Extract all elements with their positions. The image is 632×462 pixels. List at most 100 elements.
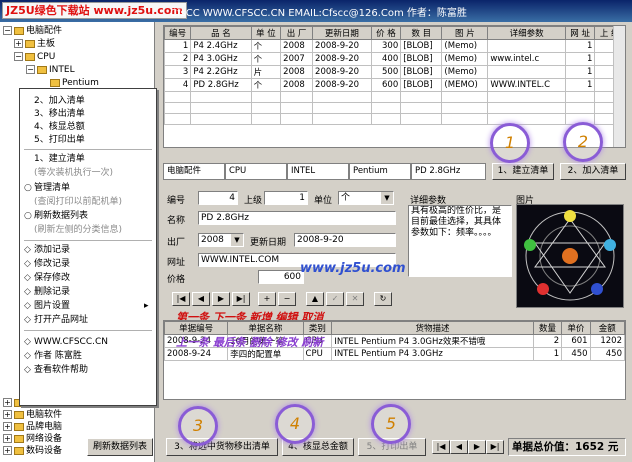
table-cell[interactable]: INTEL Pentium P4 3.0GHz: [331, 347, 534, 361]
table-cell[interactable]: WWW.INTEL.C: [487, 78, 566, 92]
table-cell[interactable]: [BLOB]: [400, 65, 443, 79]
table-cell[interactable]: P4 3.0GHz: [190, 52, 252, 66]
last-order-button[interactable]: ▶|: [486, 440, 504, 454]
table-cell[interactable]: [BLOB]: [400, 78, 443, 92]
tree-node-intel[interactable]: − INTEL: [26, 65, 75, 76]
price-field[interactable]: 600: [258, 270, 304, 284]
name-field[interactable]: PD 2.8GHz: [198, 211, 396, 225]
column-header[interactable]: 数 目: [400, 26, 443, 40]
table-cell[interactable]: PD 2.8GHz: [190, 78, 252, 92]
chevron-down-icon[interactable]: ▼: [231, 234, 243, 246]
table-cell[interactable]: 500: [370, 65, 402, 79]
table-cell[interactable]: 1: [564, 39, 596, 53]
collapse-icon[interactable]: −: [26, 65, 35, 74]
context-menu-item[interactable]: 3、移出清单: [24, 109, 85, 120]
chevron-down-icon[interactable]: ▼: [381, 192, 393, 204]
prev-order-button[interactable]: ◀: [450, 440, 468, 454]
table-cell[interactable]: INTEL Pentium P4 3.0GHz效果不错哦: [331, 334, 534, 348]
edit-record-button[interactable]: ▲: [306, 292, 324, 306]
table-cell[interactable]: 片: [250, 65, 282, 79]
table-cell[interactable]: 4: [163, 78, 192, 92]
detail-memo[interactable]: 具有极高的性价比，是目前最佳选择，其具体参数如下：频率。。。。: [408, 205, 512, 277]
context-menu-item[interactable]: ◇ 图片设置 ▸: [24, 301, 149, 312]
product-grid[interactable]: 编号品 名单 位出 厂更新日期价 格数 目图 片详细参数网 址上 级 1 P4 2…: [163, 25, 626, 148]
table-cell[interactable]: P4 2.2GHz: [190, 65, 252, 79]
context-menu-item[interactable]: ◇ 查看软件帮助: [24, 365, 88, 376]
next-record-button[interactable]: ▶: [212, 292, 230, 306]
context-menu-item[interactable]: ◇ 修改记录: [24, 259, 70, 270]
context-menu-item[interactable]: ○ 管理清单: [24, 183, 70, 194]
context-menu-item[interactable]: 4、核显总额: [24, 122, 85, 133]
column-header[interactable]: 编号: [163, 26, 192, 40]
table-cell[interactable]: 2008: [280, 78, 314, 92]
table-cell[interactable]: 3: [163, 65, 192, 79]
collapse-icon[interactable]: −: [3, 26, 12, 35]
factory-select[interactable]: 2008 ▼: [198, 233, 244, 247]
context-menu-item[interactable]: 1、建立清单: [24, 154, 85, 165]
column-header[interactable]: 货物描述: [331, 321, 534, 335]
first-order-button[interactable]: |◀: [432, 440, 450, 454]
expand-icon[interactable]: +: [3, 446, 12, 455]
column-header[interactable]: 价 格: [370, 26, 402, 40]
column-header[interactable]: 品 名: [190, 26, 252, 40]
refresh-record-button[interactable]: ↻: [374, 292, 392, 306]
table-cell[interactable]: P4 2.4GHz: [190, 39, 252, 53]
collapse-icon[interactable]: −: [14, 52, 23, 61]
table-cell[interactable]: 2008: [280, 65, 314, 79]
column-header[interactable]: 单据名称: [227, 321, 304, 335]
table-cell[interactable]: 450: [589, 347, 626, 361]
product-image[interactable]: [516, 204, 624, 308]
table-cell[interactable]: 601: [561, 334, 591, 348]
column-header[interactable]: 单 位: [250, 26, 282, 40]
cancel-record-button[interactable]: ✕: [346, 292, 364, 306]
add-list-button[interactable]: 2、加入清单: [560, 163, 626, 180]
column-header[interactable]: 网 址: [564, 26, 596, 40]
context-menu-item[interactable]: 5、打印出单: [24, 135, 85, 146]
last-record-button[interactable]: ▶|: [232, 292, 250, 306]
context-menu-item[interactable]: ○ 刷新数据列表: [24, 211, 88, 222]
tree-node-digital[interactable]: + 数码设备: [3, 446, 62, 457]
table-cell[interactable]: 2008-9-20: [312, 65, 372, 79]
column-header[interactable]: 出 厂: [280, 26, 314, 40]
table-cell[interactable]: (Memo): [441, 65, 489, 79]
table-cell[interactable]: [487, 65, 566, 79]
table-row[interactable]: 1 P4 2.4GHz 个 2008 2008-9-20 300 [BLOB] (Memo) 1: [163, 39, 625, 53]
delete-record-button[interactable]: −: [278, 292, 296, 306]
table-cell[interactable]: 个: [250, 39, 282, 53]
column-header[interactable]: 详细参数: [487, 26, 566, 40]
update-field[interactable]: 2008-9-20: [294, 233, 396, 247]
tree-node-network[interactable]: + 网络设备: [3, 434, 62, 445]
expand-icon[interactable]: +: [14, 39, 23, 48]
expand-icon[interactable]: +: [3, 398, 12, 407]
table-cell[interactable]: (MEMO): [441, 78, 489, 92]
table-cell[interactable]: 300: [370, 39, 402, 53]
column-header[interactable]: 图 片: [441, 26, 489, 40]
column-header[interactable]: 单价: [561, 321, 591, 335]
table-cell[interactable]: 2008-9-20: [312, 78, 372, 92]
table-cell[interactable]: 600: [370, 78, 402, 92]
table-row[interactable]: 3 P4 2.2GHz 片 2008 2008-9-20 500 [BLOB] (Memo) 1: [163, 65, 625, 79]
tree-node-mainboard[interactable]: + 主板: [14, 39, 55, 50]
context-menu-item[interactable]: ◇ 作者 陈富胜: [24, 351, 82, 362]
table-cell[interactable]: 2: [163, 52, 192, 66]
context-menu-item[interactable]: ◇ 保存修改: [24, 273, 70, 284]
order-grid[interactable]: 单据编号 单据名称 类别 货物描述 数量 单价 金额 2008-9-24 10月的第一笔 CPU…: [163, 320, 626, 400]
table-cell[interactable]: 1: [564, 52, 596, 66]
table-cell[interactable]: 1: [532, 347, 563, 361]
table-cell[interactable]: www.intel.c: [487, 52, 566, 66]
prev-record-button[interactable]: ◀: [192, 292, 210, 306]
table-cell[interactable]: [BLOB]: [400, 52, 443, 66]
tree-node-cpu[interactable]: − CPU: [14, 52, 55, 63]
table-cell[interactable]: 2008-9-20: [312, 52, 372, 66]
expand-icon[interactable]: +: [3, 434, 12, 443]
table-cell[interactable]: 400: [370, 52, 402, 66]
table-cell[interactable]: 1: [564, 78, 596, 92]
column-header[interactable]: 数量: [532, 321, 563, 335]
context-menu-item[interactable]: ◇ WWW.CFSCC.CN: [24, 337, 108, 348]
column-header[interactable]: 类别: [302, 321, 333, 335]
table-cell[interactable]: [BLOB]: [400, 39, 443, 53]
id-field[interactable]: 4: [198, 191, 238, 205]
expand-icon[interactable]: +: [3, 410, 12, 419]
table-cell[interactable]: [487, 39, 566, 53]
table-cell[interactable]: (Memo): [441, 39, 489, 53]
